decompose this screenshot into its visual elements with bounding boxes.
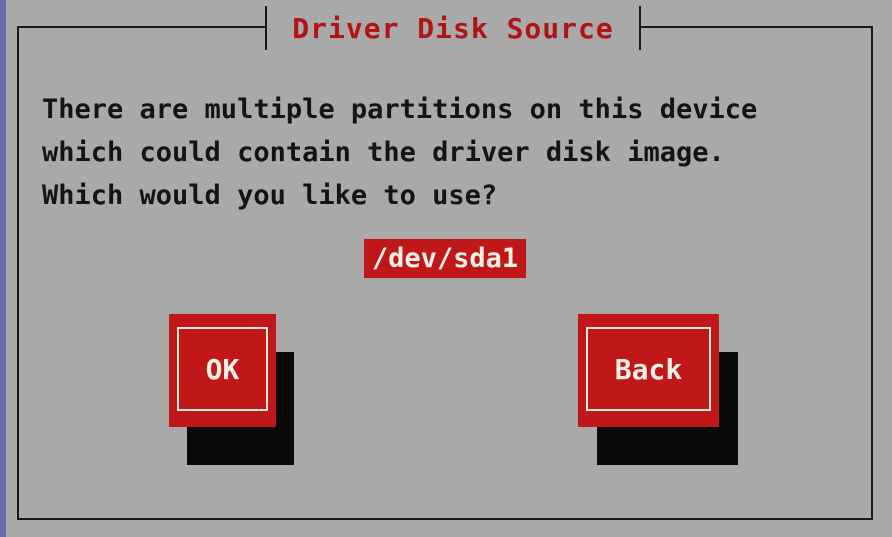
message-line: There are multiple partitions on this de…	[42, 94, 758, 125]
back-button[interactable]: Back	[578, 314, 719, 427]
title-divider-right	[639, 6, 641, 50]
ok-button-label: OK	[177, 327, 268, 411]
screen-edge	[0, 0, 6, 537]
message-line: which could contain the driver disk imag…	[42, 137, 725, 168]
dialog-title: Driver Disk Source	[292, 11, 614, 45]
ok-button[interactable]: OK	[169, 314, 276, 427]
installer-screen: Driver Disk Source There are multiple pa…	[0, 0, 892, 537]
dialog-message: There are multiple partitions on this de…	[42, 88, 862, 217]
back-button-label: Back	[586, 327, 711, 411]
partition-option-selected[interactable]: /dev/sda1	[364, 239, 526, 278]
dialog-title-bar: Driver Disk Source	[265, 6, 641, 50]
title-divider-left	[265, 6, 267, 50]
message-line: Which would you like to use?	[42, 180, 498, 211]
